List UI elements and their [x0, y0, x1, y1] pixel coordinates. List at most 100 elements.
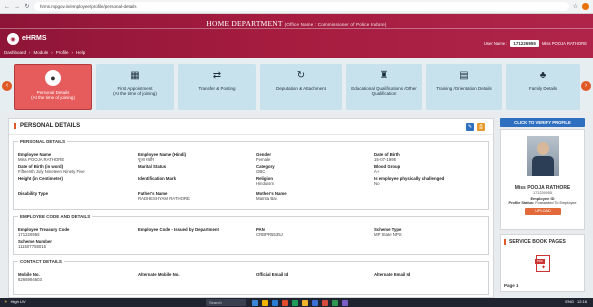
deputation-icon: ↻ [296, 70, 306, 81]
weather-text: High UV [10, 299, 26, 304]
tab-deputation-attachment[interactable]: ↻ Deputation & Attachment [260, 64, 342, 110]
field-value: 6266994603 [18, 277, 42, 282]
tabs-prev-arrow-icon[interactable]: ‹ [2, 81, 12, 91]
word-icon[interactable] [312, 299, 318, 306]
field-value: 111507758015 [18, 244, 47, 249]
field-label: Official Email Id [256, 272, 289, 277]
tab-sublabel: (At the time of joining) [31, 95, 75, 100]
user-name[interactable]: Miss POOJA RATHORE [542, 41, 587, 46]
upload-button[interactable]: UPLOAD [525, 208, 561, 215]
person-icon: ● [45, 70, 61, 86]
tab-label: Deputation & Attachment [276, 86, 326, 91]
tab-training-orientation[interactable]: ▤ Training /Orientation Details [426, 64, 502, 110]
menu-separator: › [51, 50, 53, 55]
star-icon[interactable]: ☆ [573, 3, 578, 10]
profile-photo [527, 136, 559, 176]
tabs-next-arrow-icon[interactable]: › [581, 81, 591, 91]
profile-avatar-icon[interactable] [582, 3, 589, 10]
field-label: Alternate Email Id [374, 272, 411, 277]
personal-details-section: PERSONAL DETAILS Employee Name Miss POOJ… [13, 139, 489, 210]
field-label: Identification Mark [138, 176, 176, 181]
field-value: Hinduism [256, 181, 274, 186]
office-name: (Office Name : Commissioner of Police In… [284, 22, 387, 27]
powerpoint-icon[interactable] [322, 299, 328, 306]
page-label: Page 1 [504, 283, 519, 288]
language-indicator[interactable]: ENG [565, 299, 574, 304]
tab-transfer-posting[interactable]: ⇄ Transfer & Posting [178, 64, 256, 110]
folder-icon[interactable] [262, 299, 268, 306]
panel-divider [9, 134, 493, 135]
verify-profile-button[interactable]: CLICK TO VERIFY PROFILE [500, 118, 585, 127]
edge-icon[interactable] [272, 299, 278, 306]
app-icon[interactable] [342, 299, 348, 306]
windows-taskbar: ☀ High UV Search ENG 12:16 [0, 298, 593, 307]
forward-arrow-icon[interactable]: → [14, 2, 20, 12]
field-value: RADHESHYAM RATHORE [138, 196, 190, 201]
field-value: पूजा राठौर [138, 157, 155, 162]
user-info: User Name : 171226955 Miss POOJA RATHORE [484, 40, 587, 47]
employee-code-section: EMPLOYEE CODE AND DETAILS Employee Treas… [13, 214, 489, 255]
user-label: User Name : [483, 41, 508, 46]
app-icon[interactable] [282, 299, 288, 306]
personal-details-panel: PERSONAL DETAILS ✎ ⎙ PERSONAL DETAILS Em… [8, 118, 494, 298]
tab-educational-qualifications[interactable]: ♜ Educational Qualifications /Other Qual… [346, 64, 422, 110]
field-value: MP State NPS [374, 232, 402, 237]
store-icon[interactable] [302, 299, 308, 306]
app-header: HOME DEPARTMENT (Office Name : Commissio… [0, 14, 593, 58]
section-legend: CONTACT DETAILS [20, 259, 62, 264]
menu-dashboard[interactable]: Dashboard [4, 50, 26, 55]
top-menu: Dashboard › Module › Profile › Help [4, 50, 85, 55]
field-label: Height (in Centimeter) [18, 176, 63, 181]
calendar-icon: ▦ [130, 70, 140, 81]
reload-icon[interactable]: ↻ [24, 2, 30, 12]
acrobat-symbol: ✦ [541, 265, 547, 271]
field-value: 171226955 [18, 232, 40, 237]
field-label: Disability Type [18, 191, 49, 196]
file-explorer-icon[interactable] [252, 299, 258, 306]
section-legend: PERSONAL DETAILS [20, 139, 66, 144]
profile-card: Miss POOJA RATHORE 171226955 Employee ID… [500, 129, 585, 230]
print-icon[interactable]: ⎙ [477, 123, 485, 131]
field-value: Miss POOJA RATHORE [18, 157, 65, 162]
profile-tabs: ‹ › ● Personal Details (At the time of j… [0, 58, 593, 112]
department-title: HOME DEPARTMENT (Office Name : Commissio… [0, 19, 593, 28]
panel-title: PERSONAL DETAILS [14, 123, 80, 129]
system-tray: ENG 12:16 [565, 299, 587, 304]
taskbar-search[interactable]: Search [206, 299, 246, 306]
edit-icon[interactable]: ✎ [466, 123, 474, 131]
field-value: No [374, 181, 380, 186]
profile-status-label: Profile Status: [508, 201, 535, 205]
tab-first-appointment[interactable]: ▦ First Appointment (At the time of join… [96, 64, 174, 110]
tab-label: Family Details [528, 86, 558, 91]
transfer-icon: ⇄ [212, 70, 222, 81]
chrome-icon[interactable] [292, 299, 298, 306]
emblem-icon: ◉ [7, 33, 19, 45]
department-name: HOME DEPARTMENT [206, 19, 283, 28]
header-divider [0, 28, 593, 29]
back-arrow-icon[interactable]: ← [4, 2, 10, 12]
service-book-card: SERVICE BOOK PAGES PDF ✦ Page 1 [500, 234, 585, 292]
menu-module[interactable]: Module [34, 50, 49, 55]
section-legend: EMPLOYEE CODE AND DETAILS [20, 214, 91, 219]
address-bar[interactable]: hrms.mpgov.in/employee/profile/personal-… [34, 2, 569, 11]
field-label: Is employee physically challenged [374, 176, 445, 181]
panel-actions: ✎ ⎙ [466, 123, 485, 131]
weather-widget[interactable]: ☀ High UV [4, 299, 26, 304]
field-label: Employee Code - Issued by Department [138, 227, 219, 232]
tab-personal-details[interactable]: ● Personal Details (At the time of joini… [14, 64, 92, 110]
menu-help[interactable]: Help [76, 50, 85, 55]
training-icon: ▤ [459, 70, 469, 81]
tab-family-details[interactable]: ♣ Family Details [506, 64, 580, 110]
field-value: CRBPR5535J [256, 232, 283, 237]
pdf-icon[interactable]: PDF ✦ [535, 255, 550, 272]
excel-icon[interactable] [332, 299, 338, 306]
field-value: Mamta Bai [256, 196, 277, 201]
screen: ← → ↻ hrms.mpgov.in/employee/profile/per… [0, 0, 593, 307]
menu-profile[interactable]: Profile [56, 50, 69, 55]
tab-label: Transfer & Posting [198, 86, 236, 91]
field-value: Fifteenth July Nineteen Ninety Five [18, 169, 85, 174]
profile-status: Profile Status: Forwarded To Employee [501, 201, 584, 205]
app-name[interactable]: eHRMS [22, 35, 47, 42]
photo-head [537, 142, 549, 155]
clock[interactable]: 12:16 [577, 299, 587, 304]
